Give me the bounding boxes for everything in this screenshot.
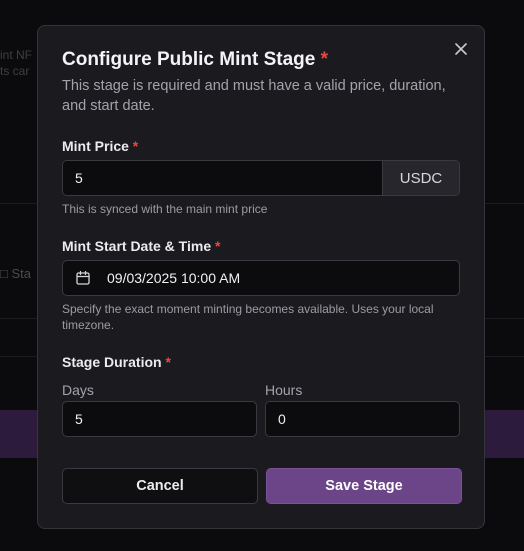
mint-price-input[interactable]: 5 [63, 161, 382, 195]
days-label: Days [62, 382, 94, 398]
background-text: ts car [0, 64, 30, 78]
cancel-button[interactable]: Cancel [62, 468, 258, 504]
calendar-icon [75, 270, 91, 286]
hours-label: Hours [265, 382, 303, 398]
start-date-input[interactable]: 09/03/2025 10:00 AM [62, 260, 460, 296]
mint-price-field: 5 USDC [62, 160, 460, 196]
days-input[interactable]: 5 [62, 401, 257, 437]
hours-input[interactable]: 0 [265, 401, 460, 437]
start-date-label: Mint Start Date & Time * [62, 238, 221, 254]
mint-price-hint: This is synced with the main mint price [62, 202, 268, 216]
required-indicator: * [132, 138, 139, 154]
start-date-value: 09/03/2025 10:00 AM [107, 270, 241, 286]
configure-mint-stage-modal: Configure Public Mint Stage * This stage… [37, 25, 485, 529]
required-indicator: * [320, 49, 329, 70]
required-indicator: * [165, 354, 171, 370]
background-calendar-icon: □ [0, 266, 8, 281]
modal-description: This stage is required and must have a v… [62, 78, 446, 114]
currency-suffix: USDC [382, 161, 459, 195]
mint-price-label: Mint Price * [62, 138, 139, 154]
background-text: int NF [0, 48, 33, 62]
required-indicator: * [215, 238, 221, 254]
close-button[interactable] [452, 40, 470, 58]
start-date-hint: Specify the exact moment minting becomes… [62, 302, 434, 332]
modal-title: Configure Public Mint Stage * [62, 49, 329, 70]
save-stage-button[interactable]: Save Stage [266, 468, 462, 504]
background-calendar-label: □ Sta [0, 266, 31, 281]
stage-duration-label: Stage Duration * [62, 354, 171, 370]
close-icon [455, 43, 467, 55]
